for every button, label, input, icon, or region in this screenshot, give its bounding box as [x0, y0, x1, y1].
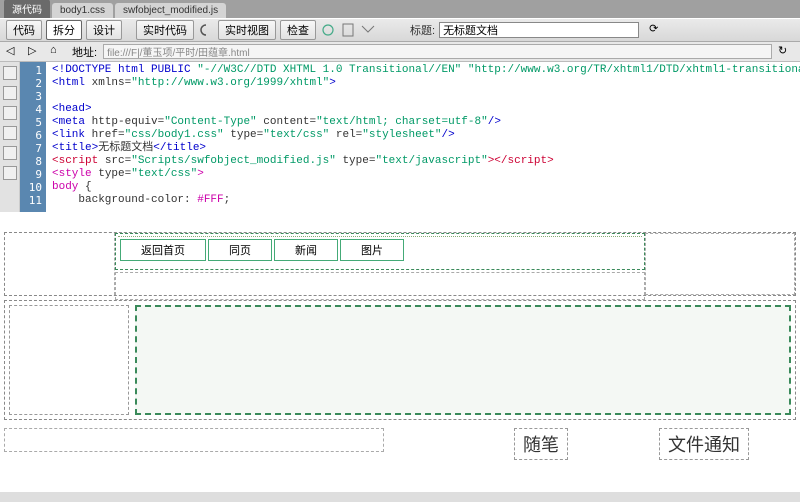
code-editor-pane: 1234567891011 <!DOCTYPE html PUBLIC "-//… [0, 62, 800, 212]
header-region[interactable]: 返回首页 同页 新闻 图片 [4, 232, 796, 296]
tool-icon[interactable] [3, 146, 17, 160]
globe-icon[interactable] [320, 22, 336, 38]
address-field[interactable] [103, 44, 772, 59]
tool-icon[interactable] [3, 126, 17, 140]
tool-icon[interactable] [3, 66, 17, 80]
nav-table[interactable]: 返回首页 同页 新闻 图片 [118, 236, 642, 263]
nav-item-news[interactable]: 新闻 [274, 239, 338, 261]
nav-item-page[interactable]: 同页 [208, 239, 272, 261]
line-number-gutter: 1234567891011 [20, 62, 46, 212]
label-notice: 文件通知 [659, 428, 749, 460]
tool-icon[interactable] [3, 106, 17, 120]
nav-region: 返回首页 同页 新闻 图片 [115, 233, 645, 295]
file-tab-source[interactable]: 源代码 [4, 0, 50, 18]
title-label: 标题: [410, 22, 435, 38]
nav-back-icon[interactable]: ◁ [6, 44, 22, 60]
inspect-button[interactable]: 检查 [280, 20, 316, 40]
refresh-addr-icon[interactable]: ↻ [778, 44, 794, 60]
page-icon[interactable] [340, 22, 356, 38]
file-tab-bar: 源代码 body1.css swfobject_modified.js [0, 0, 800, 18]
apply-icon[interactable]: ⟳ [649, 22, 665, 38]
nav-item-home[interactable]: 返回首页 [120, 239, 206, 261]
main-column[interactable] [135, 305, 791, 415]
logo-cell[interactable] [5, 233, 115, 295]
page-title-input[interactable] [439, 22, 639, 38]
tool-icon[interactable] [3, 166, 17, 180]
live-view-button[interactable]: 实时视图 [218, 20, 276, 40]
file-tab-css[interactable]: body1.css [52, 3, 113, 18]
refresh-icon[interactable] [198, 22, 214, 38]
address-bar: ◁ ▷ ⌂ 地址: ↻ [0, 42, 800, 62]
code-text-area[interactable]: <!DOCTYPE html PUBLIC "-//W3C//DTD XHTML… [46, 62, 800, 212]
view-split-button[interactable]: 拆分 [46, 20, 82, 40]
view-design-button[interactable]: 设计 [86, 20, 122, 40]
label-essay: 随笔 [514, 428, 568, 460]
left-column[interactable] [9, 305, 129, 415]
tool-icon[interactable] [3, 86, 17, 100]
tag-icon[interactable] [360, 22, 376, 38]
content-region[interactable] [4, 300, 796, 420]
main-toolbar: 代码 拆分 设计 实时代码 实时视图 检查 标题: ⟳ [0, 18, 800, 42]
subnav-cell[interactable] [115, 272, 645, 300]
header-side-box[interactable] [645, 233, 795, 295]
live-code-button[interactable]: 实时代码 [136, 20, 194, 40]
footer-left-box[interactable] [4, 428, 384, 452]
dreamweaver-window: 源代码 body1.css swfobject_modified.js 代码 拆… [0, 0, 800, 502]
nav-item-pics[interactable]: 图片 [340, 239, 404, 261]
footer-region: 随笔 文件通知 [4, 428, 796, 458]
home-icon[interactable]: ⌂ [50, 44, 66, 60]
view-code-button[interactable]: 代码 [6, 20, 42, 40]
design-view-pane[interactable]: 返回首页 同页 新闻 图片 随笔 文件通知 [0, 212, 800, 492]
nav-fwd-icon[interactable]: ▷ [28, 44, 44, 60]
file-tab-js[interactable]: swfobject_modified.js [115, 3, 226, 18]
address-label: 地址: [72, 44, 97, 60]
code-toolbox [0, 62, 20, 212]
